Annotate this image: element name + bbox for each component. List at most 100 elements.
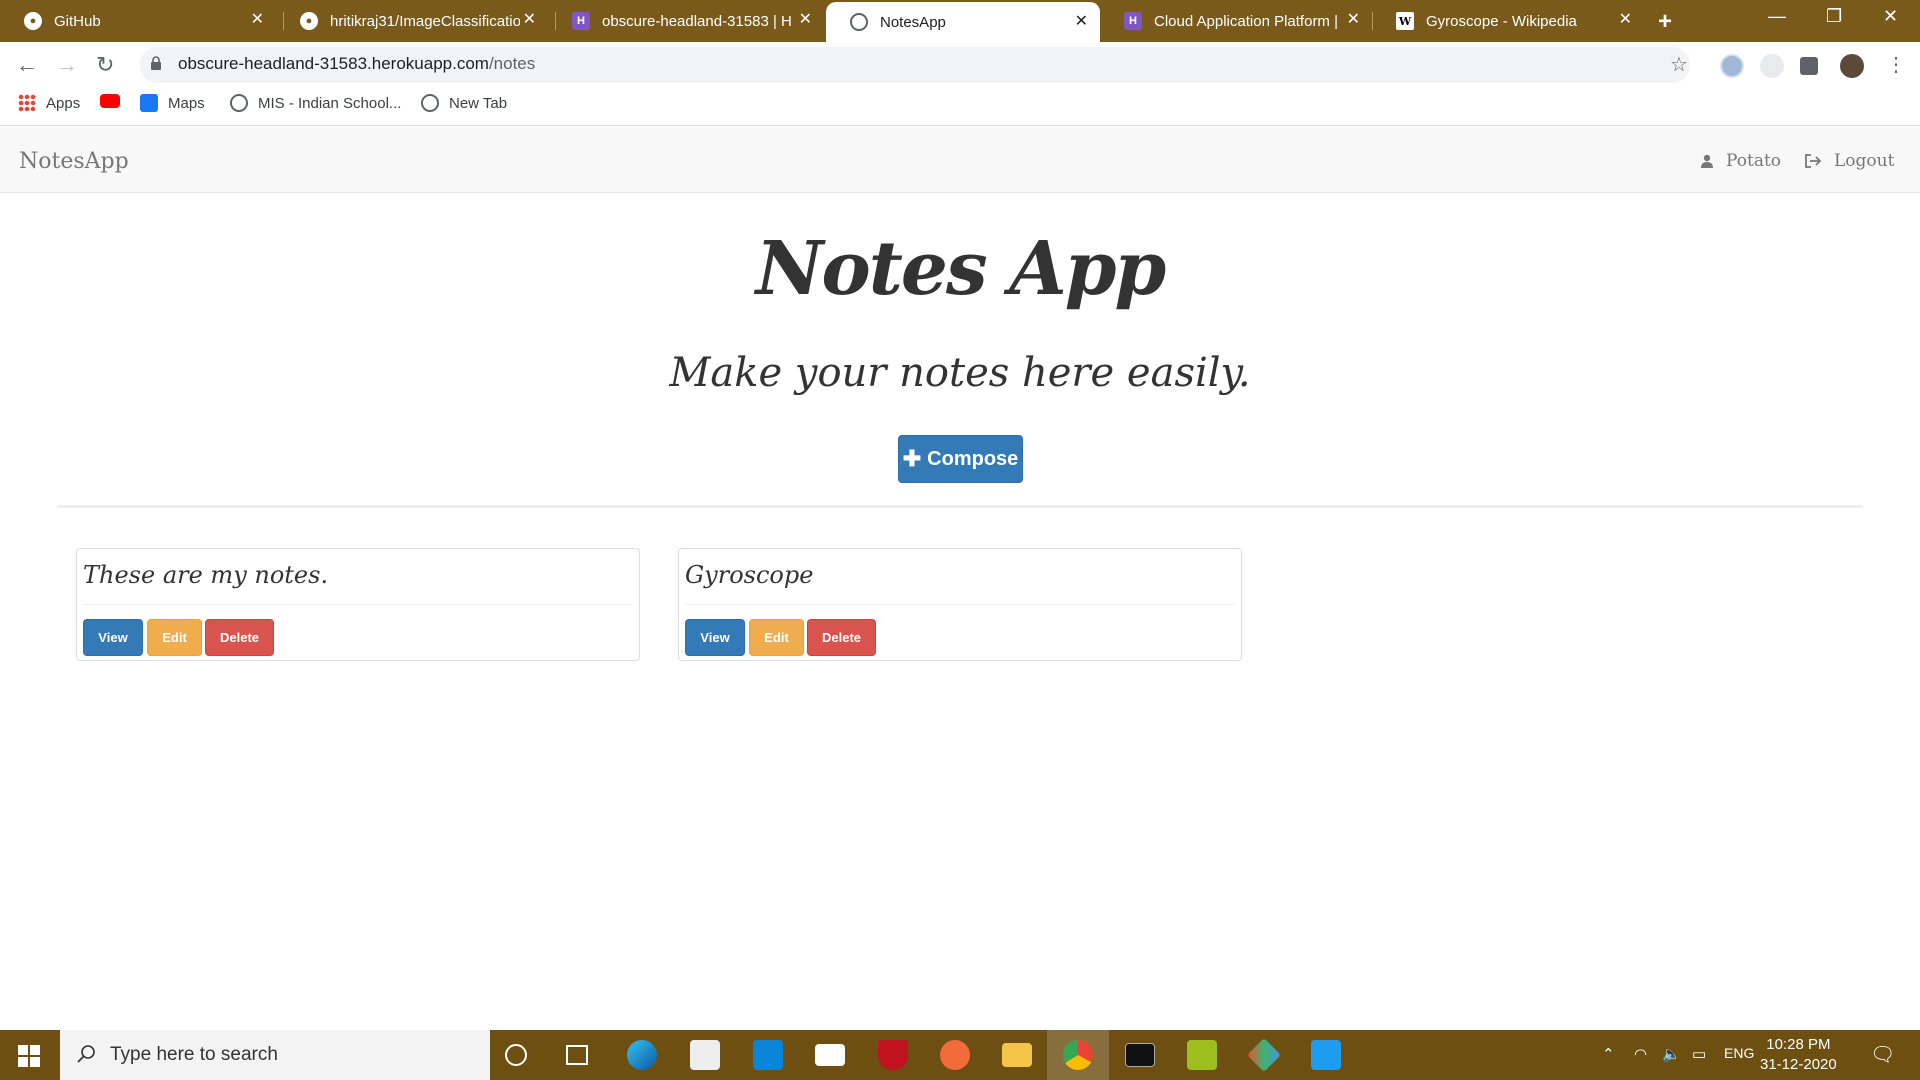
bookmark-mis[interactable]: MIS - Indian School...: [230, 94, 401, 112]
logout-link[interactable]: Logout: [1805, 151, 1894, 171]
globe-icon: [421, 94, 439, 112]
facebook-icon: [140, 94, 158, 112]
view-button[interactable]: View: [685, 619, 745, 656]
page-subtitle: Make your notes here easily.: [669, 350, 1251, 396]
close-tab-icon[interactable]: ✕: [1619, 12, 1632, 28]
tab-title: GitHub: [54, 12, 101, 30]
tab-title: Gyroscope - Wikipedia: [1426, 12, 1577, 30]
app-l-icon[interactable]: [753, 1040, 783, 1070]
plus-icon: ✚: [902, 446, 922, 471]
bookmarks-bar: Apps Maps MIS - Indian School... New Tab: [0, 88, 1920, 126]
terminal-icon[interactable]: [1125, 1043, 1155, 1067]
bookmark-star-icon[interactable]: ☆: [1670, 52, 1688, 77]
delete-button[interactable]: Delete: [205, 619, 274, 656]
reload-icon[interactable]: ↻: [96, 52, 114, 78]
taskbar-search[interactable]: Type here to search: [60, 1030, 490, 1080]
wikipedia-icon: W: [1396, 12, 1414, 30]
store-icon[interactable]: [690, 1040, 720, 1070]
globe-icon: [850, 13, 868, 31]
menu-icon[interactable]: ⋮: [1886, 52, 1906, 77]
heroku-icon: H: [1124, 12, 1142, 30]
volume-icon[interactable]: 🔈: [1662, 1045, 1681, 1063]
tab-imageclassification[interactable]: ● hritikraj31/ImageClassificatio ✕: [276, 0, 548, 42]
heroku-icon: H: [572, 12, 590, 30]
edit-button[interactable]: Edit: [749, 619, 804, 656]
chevron-up-icon[interactable]: ⌃: [1602, 1045, 1615, 1063]
tab-wikipedia[interactable]: W Gyroscope - Wikipedia ✕: [1372, 0, 1644, 42]
close-tab-icon[interactable]: ✕: [1347, 12, 1360, 28]
tab-title: hritikraj31/ImageClassificatio: [330, 12, 520, 30]
tab-cloud-platform[interactable]: H Cloud Application Platform | ✕: [1100, 0, 1372, 42]
tab-heroku-app[interactable]: H obscure-headland-31583 | H ✕: [548, 0, 824, 42]
file-explorer-icon[interactable]: [1002, 1043, 1032, 1067]
lock-icon: [151, 56, 161, 70]
github-icon: ●: [24, 12, 42, 30]
tab-github[interactable]: ● GitHub ✕: [0, 0, 276, 42]
windows-taskbar: Type here to search ⌃ ◠ 🔈 ▭ ENG 10:28 PM…: [0, 1030, 1920, 1080]
close-tab-icon[interactable]: ✕: [523, 12, 536, 28]
forward-icon[interactable]: →: [56, 52, 78, 78]
brand-link[interactable]: NotesApp: [19, 149, 129, 174]
new-tab-icon[interactable]: +: [1658, 8, 1672, 36]
chrome-icon[interactable]: [1063, 1040, 1093, 1070]
divider: [57, 505, 1863, 508]
note-card: These are my notes. View Edit Delete: [76, 548, 640, 661]
bookmark-new-tab[interactable]: New Tab: [421, 94, 507, 112]
close-tab-icon[interactable]: ✕: [1075, 14, 1088, 30]
note-title: These are my notes.: [83, 561, 329, 589]
extension-icon[interactable]: [1760, 54, 1784, 78]
youtube-icon: [100, 94, 120, 108]
avatar[interactable]: [1840, 54, 1864, 78]
bookmark-youtube[interactable]: [100, 94, 130, 108]
back-icon[interactable]: ←: [16, 52, 38, 78]
lambda-icon[interactable]: [1187, 1040, 1217, 1070]
cortana-icon[interactable]: [505, 1044, 527, 1066]
wifi-icon[interactable]: ◠: [1634, 1045, 1647, 1063]
note-card: Gyroscope View Edit Delete: [678, 548, 1242, 661]
page-title: Notes App: [755, 226, 1167, 312]
github-icon: ●: [300, 12, 318, 30]
close-tab-icon[interactable]: ✕: [799, 12, 812, 28]
minimize-icon[interactable]: —: [1768, 6, 1786, 27]
apps-grid-icon: [18, 94, 36, 112]
vscode-icon[interactable]: [1311, 1040, 1341, 1070]
close-window-icon[interactable]: ✕: [1883, 6, 1898, 27]
app-navbar: NotesApp Potato Logout: [0, 127, 1920, 193]
tab-title: obscure-headland-31583 | H: [602, 12, 792, 30]
language-indicator[interactable]: ENG: [1724, 1045, 1754, 1061]
puzzle-icon[interactable]: [1800, 57, 1818, 75]
tab-title: NotesApp: [880, 13, 946, 31]
notifications-icon[interactable]: 🗨: [1870, 1042, 1895, 1067]
clock[interactable]: 10:28 PM 31-12-2020: [1760, 1035, 1837, 1075]
edge-icon[interactable]: [627, 1040, 657, 1070]
windows-start-icon[interactable]: [18, 1045, 40, 1067]
edit-button[interactable]: Edit: [147, 619, 202, 656]
mail-icon[interactable]: [815, 1044, 845, 1066]
search-icon: [77, 1045, 95, 1063]
note-title: Gyroscope: [685, 561, 814, 589]
divider: [83, 604, 633, 605]
user-icon: [1701, 154, 1713, 168]
task-view-icon[interactable]: [566, 1045, 588, 1065]
battery-icon[interactable]: ▭: [1692, 1045, 1706, 1063]
view-button[interactable]: View: [83, 619, 143, 656]
mcafee-icon[interactable]: [878, 1040, 908, 1070]
divider: [685, 604, 1235, 605]
close-tab-icon[interactable]: ✕: [251, 12, 264, 28]
git-icon[interactable]: [1247, 1038, 1281, 1072]
browser-tab-strip: ● GitHub ✕ ● hritikraj31/ImageClassifica…: [0, 0, 1920, 42]
restore-icon[interactable]: ❐: [1826, 6, 1842, 27]
user-link[interactable]: Potato: [1700, 151, 1781, 171]
browser-toolbar: ← → ↻ obscure-headland-31583.herokuapp.c…: [0, 42, 1920, 88]
compose-button[interactable]: ✚ Compose: [898, 435, 1023, 483]
postman-icon[interactable]: [940, 1040, 970, 1070]
tab-notesapp[interactable]: NotesApp ✕: [826, 2, 1100, 42]
tab-title: Cloud Application Platform |: [1154, 12, 1338, 30]
logout-icon: [1805, 154, 1822, 168]
extension-icon[interactable]: [1720, 54, 1744, 78]
delete-button[interactable]: Delete: [807, 619, 876, 656]
bookmark-maps[interactable]: Maps: [140, 94, 205, 112]
bookmark-apps[interactable]: Apps: [18, 94, 80, 112]
url-text[interactable]: obscure-headland-31583.herokuapp.com/not…: [178, 54, 535, 74]
globe-icon: [230, 94, 248, 112]
